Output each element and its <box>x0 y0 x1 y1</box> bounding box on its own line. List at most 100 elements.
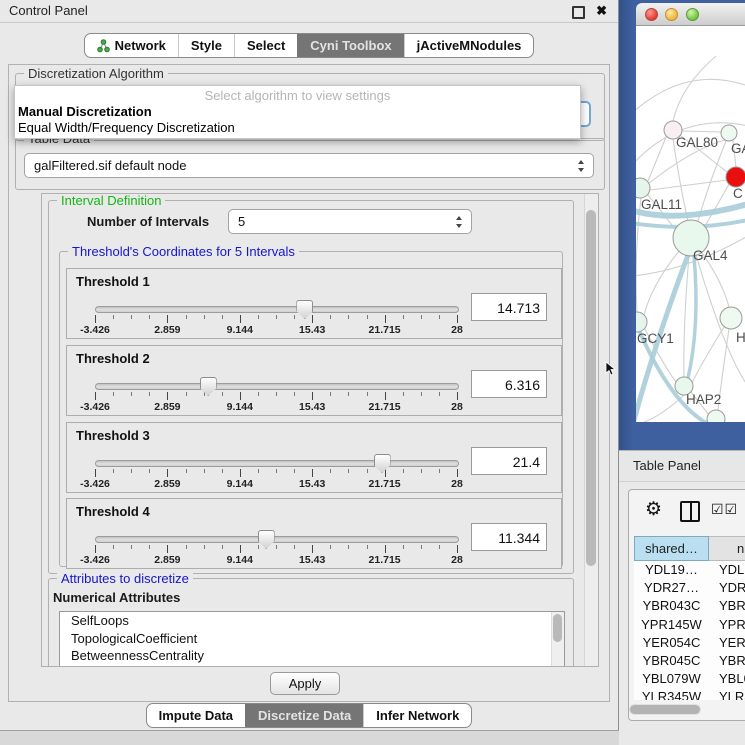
interval-definition-group-label: Interval Definition <box>57 193 165 208</box>
table-row[interactable]: YBL079WYBL0 <box>634 670 745 688</box>
settings-scroll-area: Interval Definition Number of Intervals … <box>41 193 599 667</box>
number-of-intervals-combobox[interactable]: 5 <box>228 209 472 234</box>
threshold-3-slider-track[interactable] <box>95 460 459 467</box>
table-toolbar: ⚙ ☑☑ <box>629 490 745 532</box>
slider-tick-label: -3.426 <box>80 554 110 566</box>
mouse-cursor <box>605 361 616 376</box>
network-graph: GAL80GACGAL11GAL4GCY1HHAP2 <box>636 26 745 422</box>
threshold-2-slider-track[interactable] <box>95 383 459 390</box>
threshold-4-value-field[interactable]: 11.344 <box>471 523 547 551</box>
numerical-attributes-list: SelfLoopsTopologicalCoefficientBetweenne… <box>59 611 565 667</box>
table-panel-title: Table Panel <box>633 451 701 481</box>
network-edge[interactable] <box>636 79 745 114</box>
slider-tick-label: 9.144 <box>227 401 253 413</box>
minimize-traffic-light[interactable] <box>665 8 678 21</box>
tab-select[interactable]: Select <box>234 34 297 57</box>
close-traffic-light[interactable] <box>645 8 658 21</box>
number-of-intervals-label: Number of Intervals <box>87 214 209 229</box>
algorithm-popup-hint: Select algorithm to view settings <box>15 86 580 104</box>
table-row[interactable]: YBR043CYBR0 <box>634 597 745 615</box>
tab-network[interactable]: Network <box>85 34 178 57</box>
table-panel-header: Table Panel <box>619 451 745 482</box>
network-edge[interactable] <box>650 180 727 190</box>
split-columns-icon[interactable] <box>680 501 700 522</box>
network-edge[interactable] <box>684 256 689 377</box>
network-node-label: GAL11 <box>641 197 682 212</box>
network-edge[interactable] <box>673 56 716 121</box>
slider-tick-label: 2.859 <box>154 554 180 566</box>
table-row[interactable]: YER054CYER0 <box>634 634 745 652</box>
tab-impute-data[interactable]: Impute Data <box>147 704 245 727</box>
table-row[interactable]: YLR345WYLR3 <box>634 688 745 700</box>
attribute-item-betweennesscentrality[interactable]: BetweennessCentrality <box>60 647 564 665</box>
table-horizontal-scrollbar[interactable] <box>629 704 701 715</box>
network-edge[interactable] <box>648 137 666 181</box>
float-window-icon[interactable] <box>572 6 585 19</box>
threshold-1-slider-ticks <box>95 315 457 324</box>
table-row[interactable]: YDL19…YDL1 <box>634 561 745 579</box>
tab-jactivemnodules[interactable]: jActiveMNodules <box>404 34 534 57</box>
column-header-shared-name[interactable]: shared… <box>634 536 709 561</box>
network-node[interactable] <box>636 178 650 198</box>
tab-cyni-toolbox[interactable]: Cyni Toolbox <box>297 34 403 57</box>
thresholds-group-label: Threshold's Coordinates for 5 Intervals <box>68 244 299 259</box>
threshold-2-value-field[interactable]: 6.316 <box>471 370 547 398</box>
tab-infer-network[interactable]: Infer Network <box>363 704 471 727</box>
threshold-4-box: Threshold 4-3.4262.8599.14415.4321.71528… <box>66 498 562 569</box>
close-icon[interactable]: ✖ <box>596 2 607 20</box>
algorithm-popup-item-equal-width[interactable]: Equal Width/Frequency Discretization <box>15 120 580 136</box>
network-node[interactable] <box>720 307 742 329</box>
gear-icon[interactable]: ⚙ <box>645 498 662 521</box>
network-edge-highlighted[interactable] <box>688 256 696 378</box>
node-table: shared… n YDL19…YDL1YDR27…YDR2YBR043CYBR… <box>634 536 745 704</box>
slider-tick-label: 21.715 <box>369 401 401 413</box>
network-node[interactable] <box>726 167 745 187</box>
attribute-item-selfloops[interactable]: SelfLoops <box>60 612 564 630</box>
table-row[interactable]: YPR145WYPR1 <box>634 616 745 634</box>
threshold-1-slider-track[interactable] <box>95 306 459 313</box>
network-edge[interactable] <box>705 184 729 226</box>
numerical-attributes-heading: Numerical Attributes <box>53 590 180 605</box>
network-node[interactable] <box>707 410 725 422</box>
checked-columns-icon[interactable]: ☑☑ <box>711 501 738 518</box>
attribute-item-topologicalcoefficient[interactable]: TopologicalCoefficient <box>60 630 564 648</box>
network-node[interactable] <box>721 125 737 141</box>
table-row[interactable]: YBR045CYBR0 <box>634 652 745 670</box>
number-of-intervals-value: 5 <box>238 210 245 233</box>
algorithm-popup-item-manual[interactable]: Manual Discretization <box>15 104 580 120</box>
table-data-combobox[interactable]: galFiltered.sif default node <box>24 153 594 178</box>
zoom-traffic-light[interactable] <box>686 8 699 21</box>
network-edge[interactable] <box>692 327 724 383</box>
column-header-name[interactable]: n <box>709 536 745 561</box>
network-edge[interactable] <box>682 131 721 132</box>
settings-scrollbar-thumb[interactable] <box>586 210 596 566</box>
tab-style[interactable]: Style <box>178 34 234 57</box>
tab-discretize-data[interactable]: Discretize Data <box>245 704 363 727</box>
slider-tick-label: 2.859 <box>154 401 180 413</box>
threshold-4-slider-track[interactable] <box>95 536 459 543</box>
settings-vertical-scrollbar[interactable] <box>584 194 598 666</box>
top-tabbar: NetworkStyleSelectCyni ToolboxjActiveMNo… <box>84 33 535 58</box>
network-node-label: GCY1 <box>637 331 674 346</box>
bottom-tabbar: Impute DataDiscretize DataInfer Network <box>146 703 473 728</box>
network-edge[interactable] <box>644 250 680 315</box>
apply-button[interactable]: Apply <box>270 672 340 695</box>
threshold-4-label: Threshold 4 <box>76 504 150 519</box>
table-data-combobox-value: galFiltered.sif default node <box>34 154 186 177</box>
threshold-1-label: Threshold 1 <box>76 274 150 289</box>
threshold-1-value-field[interactable]: 14.713 <box>471 293 547 321</box>
threshold-4-slider-ticks <box>95 545 457 554</box>
algorithm-dropdown-popup: Select algorithm to view settings Manual… <box>14 85 581 139</box>
screenshot-root: Control Panel ✖ NetworkStyleSelectCyni T… <box>0 0 745 745</box>
table-row[interactable]: YDR27…YDR2 <box>634 579 745 597</box>
network-canvas[interactable]: GAL80GACGAL11GAL4GCY1HHAP2 <box>636 26 745 422</box>
slider-tick-label: 28 <box>451 478 463 490</box>
slider-tick-label: 21.715 <box>369 324 401 336</box>
combo-spinner-icon <box>578 160 585 172</box>
threshold-3-value-field[interactable]: 21.4 <box>471 447 547 475</box>
slider-tick-label: 21.715 <box>369 554 401 566</box>
control-panel-titlebar: Control Panel ✖ <box>0 0 618 23</box>
slider-tick-label: 2.859 <box>154 478 180 490</box>
attributes-list-scrollbar[interactable] <box>551 612 564 667</box>
network-desktop-background: GAL80GACGAL11GAL4GCY1HHAP2 <box>619 0 745 450</box>
